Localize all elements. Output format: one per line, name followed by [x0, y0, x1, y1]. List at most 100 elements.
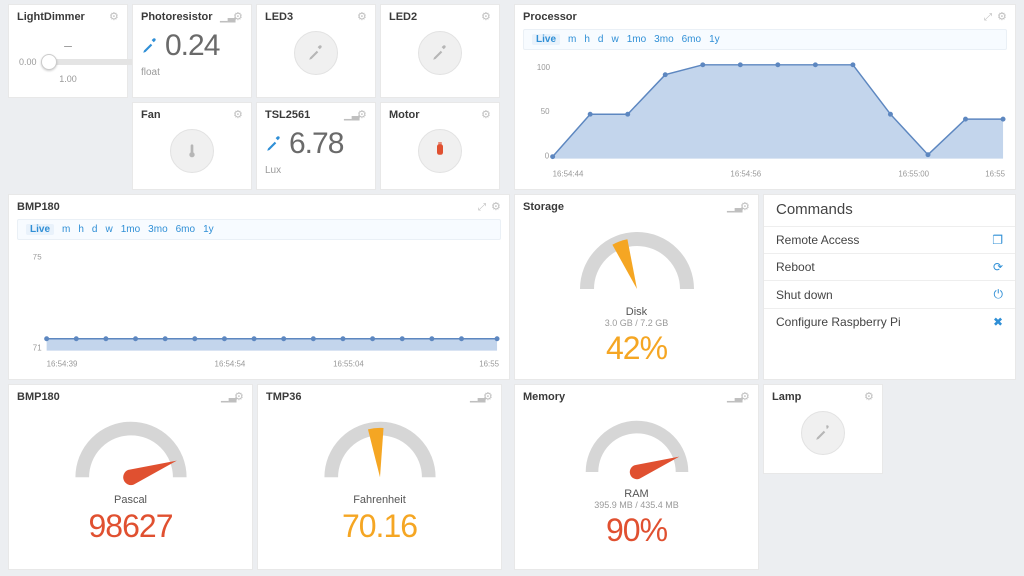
- slider-max-label: 1.00: [59, 74, 77, 84]
- tab-live[interactable]: Live: [532, 34, 560, 45]
- tab-1y[interactable]: 1y: [203, 224, 214, 235]
- lamp-button[interactable]: [801, 411, 845, 455]
- tab-live[interactable]: Live: [26, 224, 54, 235]
- gear-icon[interactable]: ⚙: [481, 110, 491, 120]
- storage-label: Disk: [523, 306, 750, 318]
- motor-button[interactable]: [418, 129, 462, 173]
- tab-w[interactable]: w: [105, 224, 112, 235]
- storage-pct: 42%: [523, 330, 750, 367]
- cmd-remote-access[interactable]: Remote Access ❐: [764, 226, 1015, 253]
- thermometer-icon: [184, 143, 200, 159]
- memory-label: RAM: [523, 488, 750, 500]
- fan-button[interactable]: [170, 129, 214, 173]
- gear-icon[interactable]: ⚙: [481, 12, 491, 22]
- tab-w[interactable]: w: [611, 34, 618, 45]
- chart-icon[interactable]: ▁▃: [221, 392, 231, 402]
- gear-icon[interactable]: ⚙: [740, 392, 750, 402]
- gear-icon[interactable]: ⚙: [233, 110, 243, 120]
- dropper-icon: [307, 44, 325, 62]
- panel-title: Memory: [523, 391, 565, 403]
- plug-icon: [431, 142, 449, 160]
- dropper-icon: [265, 135, 283, 153]
- gear-icon[interactable]: ⚙: [997, 12, 1007, 22]
- gear-icon[interactable]: ⚙: [357, 110, 367, 120]
- bmp180-chart: 75 71 16:54:39 16:54:54 16:55:04 16:55: [17, 240, 501, 368]
- tab-h[interactable]: h: [584, 34, 590, 45]
- chart-icon[interactable]: ▁▃: [727, 202, 737, 212]
- panel-processor: Processor ⤢⚙ Live m h d w 1mo 3mo 6mo 1y…: [514, 4, 1016, 190]
- panel-title: Processor: [523, 11, 577, 23]
- tab-3mo[interactable]: 3mo: [148, 224, 167, 235]
- tab-m[interactable]: m: [62, 224, 70, 235]
- cmd-label: Configure Raspberry Pi: [776, 315, 901, 329]
- panel-storage: Storage ▁▃⚙ Disk 3.0 GB / 7.2 GB 42%: [514, 194, 759, 380]
- tab-6mo[interactable]: 6mo: [176, 224, 195, 235]
- commands-title: Commands: [764, 195, 1015, 226]
- panel-motor: Motor ⚙: [380, 102, 500, 190]
- svg-text:0: 0: [545, 152, 550, 161]
- cmd-reboot[interactable]: Reboot ⟳: [764, 253, 1015, 280]
- panel-memory: Memory ▁▃⚙ RAM 395.9 MB / 435.4 MB 90%: [514, 384, 759, 570]
- tab-d[interactable]: d: [598, 34, 604, 45]
- panel-title: LED3: [265, 11, 293, 23]
- svg-text:16:55: 16:55: [985, 169, 1005, 178]
- chart-icon[interactable]: ▁▃: [220, 12, 230, 22]
- gear-icon[interactable]: ⚙: [491, 202, 501, 212]
- chart-icon[interactable]: ▁▃: [727, 392, 737, 402]
- panel-title: Fan: [141, 109, 161, 121]
- timescale-tabs: Live m h d w 1mo 3mo 6mo 1y: [523, 29, 1007, 50]
- gear-icon[interactable]: ⚙: [234, 392, 244, 402]
- cmd-configure[interactable]: Configure Raspberry Pi ✖: [764, 308, 1015, 335]
- cmd-shutdown[interactable]: Shut down ⏻: [764, 280, 1015, 308]
- panel-lightdimmer: LightDimmer ⚙ – 0.00 1.00: [8, 4, 128, 98]
- panel-tmp36: TMP36 ▁▃⚙ Fahrenheit 70.16: [257, 384, 502, 570]
- svg-text:50: 50: [541, 107, 550, 116]
- led2-button[interactable]: [418, 31, 462, 75]
- refresh-icon: ⟳: [993, 260, 1003, 274]
- gear-icon[interactable]: ⚙: [357, 12, 367, 22]
- svg-text:16:54:54: 16:54:54: [215, 359, 246, 368]
- cmd-label: Reboot: [776, 260, 815, 274]
- memory-pct: 90%: [523, 512, 750, 549]
- panel-title: BMP180: [17, 391, 60, 403]
- memory-gauge: [567, 409, 707, 481]
- tab-1mo[interactable]: 1mo: [121, 224, 140, 235]
- chart-icon[interactable]: ▁▃: [470, 392, 480, 402]
- photoresistor-value: 0.24: [165, 29, 219, 63]
- led3-button[interactable]: [294, 31, 338, 75]
- panel-commands: Commands Remote Access ❐ Reboot ⟳ Shut d…: [763, 194, 1016, 380]
- slider-value-display: –: [19, 37, 117, 53]
- tools-icon: ✖: [993, 315, 1003, 329]
- storage-gauge: [567, 219, 707, 299]
- cmd-label: Remote Access: [776, 233, 859, 247]
- gear-icon[interactable]: ⚙: [483, 392, 493, 402]
- storage-sub: 3.0 GB / 7.2 GB: [523, 318, 750, 328]
- bmp180-label: Pascal: [17, 494, 244, 506]
- svg-text:16:55: 16:55: [479, 359, 499, 368]
- tab-3mo[interactable]: 3mo: [654, 34, 673, 45]
- tab-1y[interactable]: 1y: [709, 34, 720, 45]
- panel-title: Lamp: [772, 391, 801, 403]
- chart-icon[interactable]: ▁▃: [344, 110, 354, 120]
- tab-m[interactable]: m: [568, 34, 576, 45]
- gear-icon[interactable]: ⚙: [864, 392, 874, 402]
- power-icon: ⏻: [994, 287, 1004, 302]
- gear-icon[interactable]: ⚙: [740, 202, 750, 212]
- gear-icon[interactable]: ⚙: [233, 12, 243, 22]
- svg-text:16:54:56: 16:54:56: [730, 169, 761, 178]
- tab-6mo[interactable]: 6mo: [682, 34, 701, 45]
- timescale-tabs: Live m h d w 1mo 3mo 6mo 1y: [17, 219, 501, 240]
- tab-h[interactable]: h: [78, 224, 84, 235]
- dropper-icon: [431, 44, 449, 62]
- panel-lamp: Lamp ⚙: [763, 384, 883, 474]
- expand-icon[interactable]: ⤢: [478, 202, 488, 212]
- dropper-icon: [814, 424, 832, 442]
- expand-icon[interactable]: ⤢: [984, 12, 994, 22]
- tab-1mo[interactable]: 1mo: [627, 34, 646, 45]
- tab-d[interactable]: d: [92, 224, 98, 235]
- svg-text:100: 100: [537, 63, 551, 72]
- panel-title: TMP36: [266, 391, 301, 403]
- panel-title: TSL2561: [265, 109, 310, 121]
- tmp36-gauge: [310, 409, 450, 487]
- gear-icon[interactable]: ⚙: [109, 12, 119, 22]
